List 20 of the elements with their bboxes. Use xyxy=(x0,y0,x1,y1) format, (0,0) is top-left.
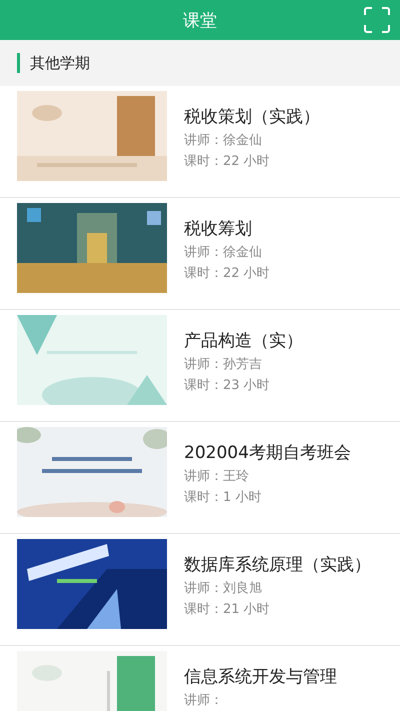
teacher-label: 讲师：刘良旭 xyxy=(184,581,263,597)
hours-label: 课时：1 小时 xyxy=(184,490,262,506)
course-title[interactable]: 202004考期自考班会 xyxy=(184,441,351,464)
course-title[interactable]: 数据库系统原理（实践） xyxy=(184,553,371,576)
course-title[interactable]: 税收策划（实践） xyxy=(184,105,320,128)
section-title: 其他学期 xyxy=(30,54,90,72)
hours-label: 课时：21 小时 xyxy=(184,602,271,618)
page-title: 课堂 xyxy=(183,10,217,32)
course-title[interactable]: 产品构造（实） xyxy=(184,329,303,352)
teacher-label: 讲师：王玲 xyxy=(184,469,250,485)
teacher-label: 讲师：徐金仙 xyxy=(184,245,263,261)
course-title[interactable]: 信息系统开发与管理 xyxy=(184,665,337,688)
hours-label: 课时：23 小时 xyxy=(184,378,271,394)
course-title[interactable]: 税收筹划 xyxy=(184,217,270,240)
teacher-label: 讲师： xyxy=(184,693,224,709)
hours-label: 课时：22 小时 xyxy=(184,154,271,170)
scan-icon[interactable] xyxy=(364,7,390,33)
teacher-label: 讲师：徐金仙 xyxy=(184,133,263,149)
teacher-label: 讲师：孙芳吉 xyxy=(184,357,263,373)
hours-label: 课时：22 小时 xyxy=(184,266,270,282)
